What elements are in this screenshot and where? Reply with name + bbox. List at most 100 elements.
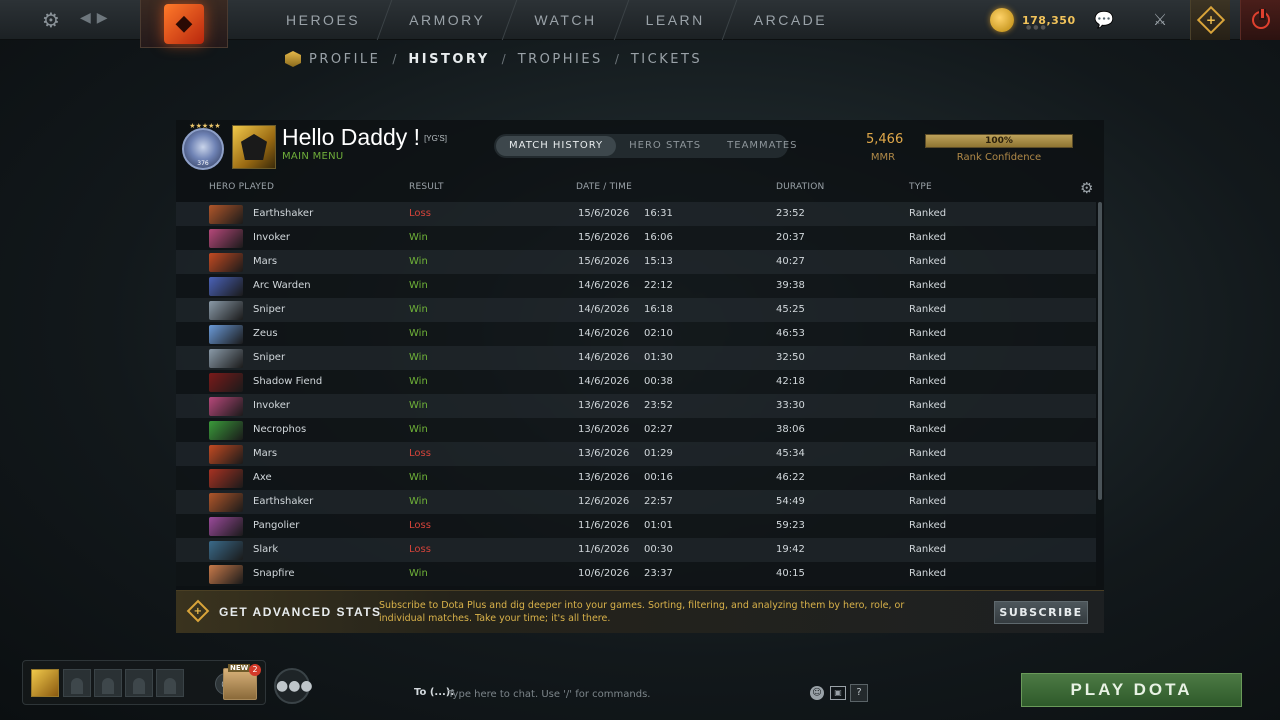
match-duration: 20:37 [776, 232, 805, 243]
match-duration: 38:06 [776, 424, 805, 435]
col-type[interactable]: TYPE [909, 182, 932, 192]
currency-display[interactable]: 178,350 ●●● [990, 8, 1076, 32]
notification-count: 2 [249, 664, 261, 676]
hero-portrait-icon [209, 325, 243, 344]
hero-name: Earthshaker [253, 208, 314, 219]
main-nav: HEROES ARMORY WATCH LEARN ARCADE [262, 0, 851, 40]
subnav-history[interactable]: HISTORY [408, 52, 489, 67]
party-slot[interactable] [125, 669, 153, 697]
match-date: 13/6/2026 [578, 424, 630, 435]
table-row[interactable]: Necrophos Win 13/6/2026 02:27 38:06 Ranked [176, 418, 1096, 442]
match-result: Win [409, 496, 428, 507]
table-row[interactable]: Snapfire Win 10/6/2026 23:37 40:15 Ranked [176, 562, 1096, 586]
party-slot[interactable] [156, 669, 184, 697]
match-type: Ranked [909, 256, 947, 267]
party-slot[interactable] [63, 669, 91, 697]
match-duration: 46:22 [776, 472, 805, 483]
col-date-time[interactable]: DATE / TIME [576, 182, 632, 192]
subnav-profile[interactable]: PROFILE [309, 52, 380, 67]
party-slot[interactable] [94, 669, 122, 697]
nav-arcade[interactable]: ARCADE [730, 0, 851, 40]
nav-heroes[interactable]: HEROES [262, 0, 384, 40]
subnav-trophies[interactable]: TROPHIES [518, 52, 603, 67]
dota-logo-button[interactable]: ◆ [140, 0, 228, 48]
chat-input[interactable] [448, 684, 768, 704]
match-result: Win [409, 472, 428, 483]
match-duration: 40:15 [776, 568, 805, 579]
match-result: Win [409, 352, 428, 363]
match-time: 00:30 [644, 544, 673, 555]
match-time: 01:29 [644, 448, 673, 459]
col-hero-played[interactable]: HERO PLAYED [209, 182, 274, 192]
power-button[interactable] [1240, 0, 1280, 40]
match-duration: 54:49 [776, 496, 805, 507]
match-date: 14/6/2026 [578, 352, 630, 363]
table-settings-gear-icon[interactable]: ⚙ [1080, 179, 1093, 197]
settings-gear-icon[interactable]: ⚙ [40, 9, 62, 31]
table-row[interactable]: Arc Warden Win 14/6/2026 22:12 39:38 Ranked [176, 274, 1096, 298]
chat-icon[interactable]: 💬 [1092, 8, 1116, 32]
chat-bar: To (...): ☺ ▣ ? [410, 684, 870, 704]
table-row[interactable]: Shadow Fiend Win 14/6/2026 00:38 42:18 Ranked [176, 370, 1096, 394]
col-duration[interactable]: DURATION [776, 182, 824, 192]
match-time: 02:10 [644, 328, 673, 339]
table-row[interactable]: Axe Win 13/6/2026 00:16 46:22 Ranked [176, 466, 1096, 490]
hero-name: Zeus [253, 328, 278, 339]
table-row[interactable]: Earthshaker Loss 15/6/2026 16:31 23:52 Ranked [176, 202, 1096, 226]
advanced-stats-banner: + GET ADVANCED STATS Subscribe to Dota P… [176, 590, 1104, 633]
tab-match-history[interactable]: MATCH HISTORY [496, 136, 617, 156]
match-type: Ranked [909, 280, 947, 291]
hero-portrait-icon [209, 493, 243, 512]
match-type: Ranked [909, 304, 947, 315]
table-row[interactable]: Invoker Win 15/6/2026 16:06 20:37 Ranked [176, 226, 1096, 250]
table-row[interactable]: Sniper Win 14/6/2026 01:30 32:50 Ranked [176, 346, 1096, 370]
table-row[interactable]: Zeus Win 14/6/2026 02:10 46:53 Ranked [176, 322, 1096, 346]
hero-portrait-icon [209, 445, 243, 464]
subnav-separator: / [501, 52, 506, 66]
hero-name: Necrophos [253, 424, 307, 435]
match-time: 15:13 [644, 256, 673, 267]
match-duration: 45:34 [776, 448, 805, 459]
table-row[interactable]: Earthshaker Win 12/6/2026 22:57 54:49 Ranked [176, 490, 1096, 514]
match-result: Win [409, 280, 428, 291]
armory-icon[interactable]: ⚔ [1148, 8, 1172, 32]
subnav-tickets[interactable]: TICKETS [631, 52, 702, 67]
party-leader-avatar[interactable] [31, 669, 59, 697]
rank-medal-icon[interactable]: ★★★★★ 376 [182, 122, 224, 170]
arrow-right-icon[interactable]: ▶ [97, 10, 114, 26]
table-row[interactable]: Mars Loss 13/6/2026 01:29 45:34 Ranked [176, 442, 1096, 466]
match-type: Ranked [909, 208, 947, 219]
subscribe-button[interactable]: SUBSCRIBE [994, 601, 1088, 624]
table-row[interactable]: Mars Win 15/6/2026 15:13 40:27 Ranked [176, 250, 1096, 274]
arrow-left-icon[interactable]: ◀ [80, 10, 97, 26]
match-type: Ranked [909, 400, 947, 411]
emoji-icon[interactable]: ☺ [810, 686, 824, 700]
hero-name: Invoker [253, 400, 291, 411]
history-tabs: MATCH HISTORY HERO STATS TEAMMATES [494, 134, 797, 158]
match-type: Ranked [909, 520, 947, 531]
match-result: Win [409, 400, 428, 411]
image-icon[interactable]: ▣ [830, 686, 846, 700]
match-history-panel: ★★★★★ 376 Hello Daddy ! [YG'S] MAIN MENU … [176, 120, 1104, 590]
dota-plus-button[interactable]: + [1190, 0, 1230, 40]
nav-armory[interactable]: ARMORY [385, 0, 509, 40]
table-row[interactable]: Sniper Win 14/6/2026 16:18 45:25 Ranked [176, 298, 1096, 322]
nav-watch[interactable]: WATCH [510, 0, 620, 40]
advanced-stats-description: Subscribe to Dota Plus and dig deeper in… [379, 600, 905, 624]
table-row[interactable]: Pangolier Loss 11/6/2026 01:01 59:23 Ranked [176, 514, 1096, 538]
empty-person-icon [102, 678, 114, 694]
match-duration: 46:53 [776, 328, 805, 339]
nav-learn[interactable]: LEARN [622, 0, 729, 40]
hero-name: Slark [253, 544, 279, 555]
col-result[interactable]: RESULT [409, 182, 444, 192]
tab-hero-stats[interactable]: HERO STATS [616, 136, 714, 156]
friends-icon[interactable]: ●●● [274, 668, 313, 704]
table-row[interactable]: Invoker Win 13/6/2026 23:52 33:30 Ranked [176, 394, 1096, 418]
player-avatar[interactable] [232, 125, 276, 169]
tab-teammates[interactable]: TEAMMATES [714, 136, 810, 156]
hero-portrait-icon [209, 517, 243, 536]
chat-help-button[interactable]: ? [850, 684, 868, 702]
table-row[interactable]: Slark Loss 11/6/2026 00:30 19:42 Ranked [176, 538, 1096, 562]
play-dota-button[interactable]: PLAY DOTA [1021, 673, 1242, 707]
table-scrollbar[interactable] [1098, 202, 1102, 500]
